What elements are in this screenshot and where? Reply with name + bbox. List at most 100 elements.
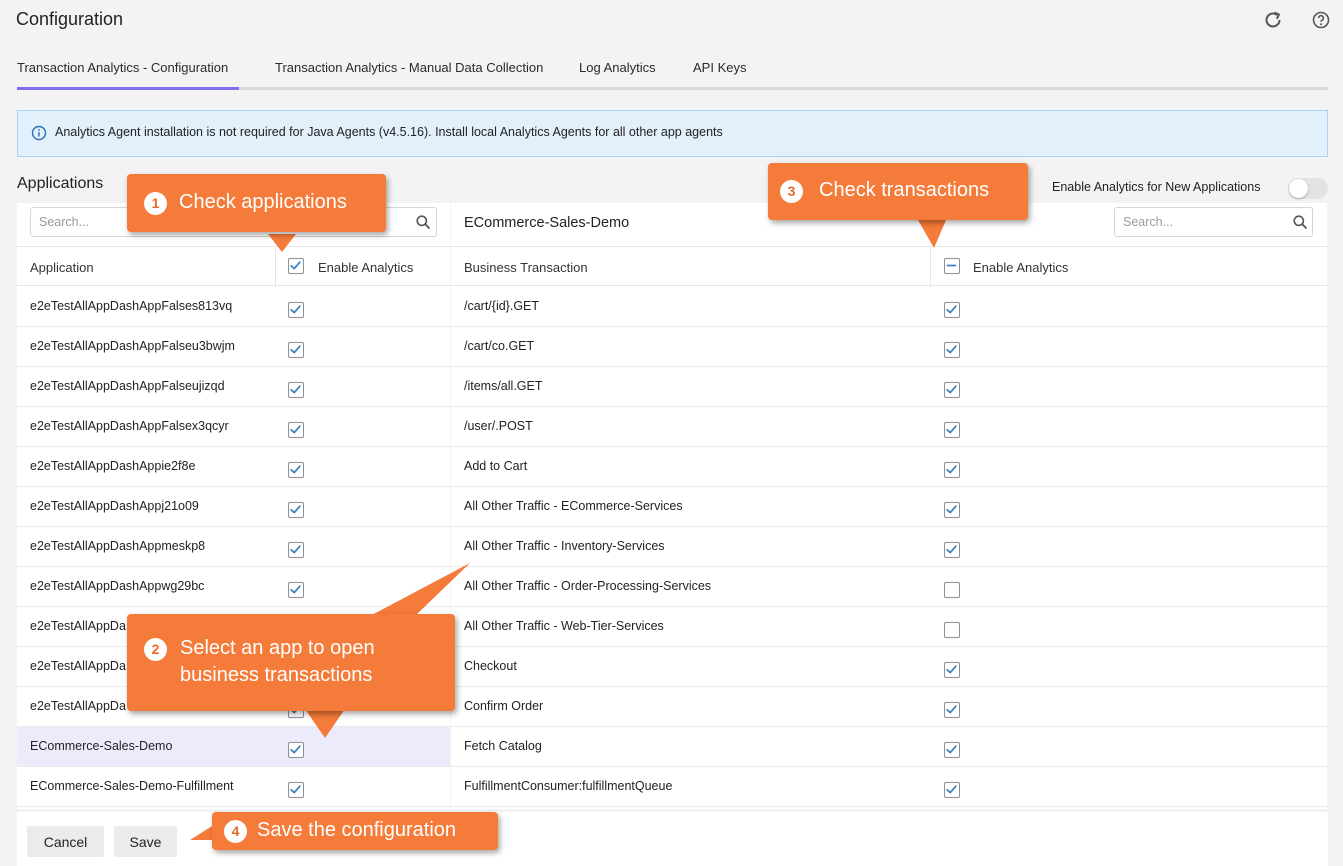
transaction-row[interactable]: All Other Traffic - Order-Processing-Ser… xyxy=(451,567,1327,607)
enable-analytics-checkbox[interactable] xyxy=(288,742,304,758)
application-row[interactable]: e2eTestAllAppDashAppFalseujizqd xyxy=(17,367,450,407)
transaction-row[interactable]: Checkout xyxy=(451,647,1327,687)
enable-analytics-checkbox[interactable] xyxy=(944,782,960,798)
enable-analytics-checkbox[interactable] xyxy=(288,382,304,398)
cancel-button[interactable]: Cancel xyxy=(27,826,104,857)
toggle-knob xyxy=(1289,179,1308,198)
application-row-name: e2eTestAllAppDa xyxy=(30,619,126,633)
transaction-row-name: Fetch Catalog xyxy=(464,739,542,753)
callout-check-transactions: 3 Check transactions xyxy=(768,163,1028,220)
callout-text: Save the configuration xyxy=(257,819,457,841)
transaction-row-name: /items/all.GET xyxy=(464,379,543,393)
transaction-row[interactable]: /items/all.GET xyxy=(451,367,1327,407)
transaction-row[interactable]: All Other Traffic - ECommerce-Services xyxy=(451,487,1327,527)
column-divider xyxy=(275,247,276,287)
application-row[interactable]: e2eTestAllAppDashAppie2f8e xyxy=(17,447,450,487)
application-row[interactable]: e2eTestAllAppDashAppFalsex3qcyr xyxy=(17,407,450,447)
enable-analytics-checkbox[interactable] xyxy=(944,542,960,558)
enable-analytics-checkbox[interactable] xyxy=(288,782,304,798)
tab-api-keys[interactable]: API Keys xyxy=(693,60,746,75)
column-header-application: Application xyxy=(30,260,94,275)
enable-analytics-checkbox[interactable] xyxy=(288,582,304,598)
column-header-business-transaction: Business Transaction xyxy=(464,260,588,275)
application-row-name: e2eTestAllAppDa xyxy=(30,659,126,673)
application-row[interactable]: ECommerce-Sales-Demo-Fulfillment xyxy=(17,767,450,807)
transaction-row[interactable]: /user/.POST xyxy=(451,407,1327,447)
application-row[interactable]: e2eTestAllAppDashAppFalses813vq xyxy=(17,287,450,327)
enable-all-applications-checkbox[interactable] xyxy=(288,258,304,274)
tab-transaction-analytics-manual-data-collection[interactable]: Transaction Analytics - Manual Data Coll… xyxy=(275,60,543,75)
transaction-search-box xyxy=(1114,207,1313,237)
enable-all-transactions-checkbox[interactable] xyxy=(944,258,960,274)
transaction-row-name: Checkout xyxy=(464,659,517,673)
refresh-icon[interactable] xyxy=(1261,8,1285,32)
application-row-name: e2eTestAllAppDashAppie2f8e xyxy=(30,459,196,473)
tab-transaction-analytics-configuration[interactable]: Transaction Analytics - Configuration xyxy=(17,60,228,75)
application-row[interactable]: e2eTestAllAppDashAppj21o09 xyxy=(17,487,450,527)
application-row-name: ECommerce-Sales-Demo-Fulfillment xyxy=(30,779,234,793)
transactions-header-row: Business Transaction Enable Analytics xyxy=(451,246,1327,287)
application-row[interactable]: ECommerce-Sales-Demo xyxy=(17,727,450,767)
enable-new-apps-toggle[interactable] xyxy=(1288,178,1328,199)
transaction-search-input[interactable] xyxy=(1123,208,1285,236)
transaction-row-name: /user/.POST xyxy=(464,419,533,433)
enable-analytics-checkbox[interactable] xyxy=(944,422,960,438)
callout-save-configuration: 4 Save the configuration xyxy=(212,812,498,850)
enable-analytics-checkbox[interactable] xyxy=(288,302,304,318)
enable-analytics-checkbox[interactable] xyxy=(944,622,960,638)
transaction-row[interactable]: Add to Cart xyxy=(451,447,1327,487)
enable-analytics-checkbox[interactable] xyxy=(944,302,960,318)
enable-analytics-checkbox[interactable] xyxy=(288,502,304,518)
enable-analytics-checkbox[interactable] xyxy=(944,702,960,718)
transaction-row[interactable]: All Other Traffic - Inventory-Services xyxy=(451,527,1327,567)
enable-analytics-checkbox[interactable] xyxy=(288,342,304,358)
enable-analytics-checkbox[interactable] xyxy=(944,382,960,398)
application-row[interactable]: e2eTestAllAppDashAppwg29bc xyxy=(17,567,450,607)
callout-check-applications: 1 Check applications xyxy=(127,174,386,232)
callout-text: Select an app to open xyxy=(180,637,375,659)
application-row-name: e2eTestAllAppDashAppwg29bc xyxy=(30,579,205,593)
enable-analytics-checkbox[interactable] xyxy=(944,662,960,678)
enable-analytics-checkbox[interactable] xyxy=(944,462,960,478)
transaction-row[interactable]: /cart/co.GET xyxy=(451,327,1327,367)
transaction-row[interactable]: Confirm Order xyxy=(451,687,1327,727)
enable-analytics-checkbox[interactable] xyxy=(944,342,960,358)
enable-analytics-checkbox[interactable] xyxy=(944,502,960,518)
banner-text: Analytics Agent installation is not requ… xyxy=(55,125,723,139)
transaction-row[interactable]: Fetch Catalog xyxy=(451,727,1327,767)
search-icon[interactable] xyxy=(1292,214,1308,230)
transaction-row-name: Add to Cart xyxy=(464,459,528,473)
applications-panel: Application Enable Analytics e2eTestAllA… xyxy=(17,203,450,809)
selected-application-title: ECommerce-Sales-Demo xyxy=(464,215,630,231)
transaction-row[interactable]: FulfillmentConsumer:fulfillmentQueue xyxy=(451,767,1327,807)
callout-text: Check transactions xyxy=(819,179,990,201)
transaction-row[interactable]: /cart/{id}.GET xyxy=(451,287,1327,327)
application-row-name: ECommerce-Sales-Demo xyxy=(30,739,173,753)
enable-analytics-checkbox[interactable] xyxy=(288,462,304,478)
page-header: Configuration xyxy=(0,0,1343,44)
enable-analytics-checkbox[interactable] xyxy=(944,742,960,758)
tab-log-analytics[interactable]: Log Analytics xyxy=(579,60,656,75)
page-title: Configuration xyxy=(16,9,124,29)
transaction-row[interactable]: All Other Traffic - Web-Tier-Services xyxy=(451,607,1327,647)
application-row-name: e2eTestAllAppDashAppFalsex3qcyr xyxy=(30,419,229,433)
enable-analytics-checkbox[interactable] xyxy=(288,542,304,558)
transaction-row-name: All Other Traffic - Order-Processing-Ser… xyxy=(464,579,712,593)
applications-title: Applications xyxy=(17,175,104,192)
enable-analytics-checkbox[interactable] xyxy=(944,582,960,598)
transaction-row-name: /cart/{id}.GET xyxy=(464,299,540,313)
search-icon[interactable] xyxy=(415,214,431,230)
application-row-name: e2eTestAllAppDashAppj21o09 xyxy=(30,499,199,513)
help-icon[interactable] xyxy=(1309,8,1333,32)
callout-text-line-2: business transactions xyxy=(180,664,373,686)
transactions-panel: ECommerce-Sales-Demo Business Transactio… xyxy=(451,203,1327,809)
application-row[interactable]: e2eTestAllAppDashAppFalseu3bwjm xyxy=(17,327,450,367)
application-row[interactable]: e2eTestAllAppDashAppmeskp8 xyxy=(17,527,450,567)
enable-analytics-checkbox[interactable] xyxy=(288,422,304,438)
transaction-row-name: /cart/co.GET xyxy=(464,339,535,353)
transaction-row-name: All Other Traffic - ECommerce-Services xyxy=(464,499,683,513)
save-button[interactable]: Save xyxy=(114,826,177,857)
callout-number: 2 xyxy=(144,638,167,661)
application-row-name: e2eTestAllAppDashAppFalseu3bwjm xyxy=(30,339,235,353)
transaction-row-name: All Other Traffic - Web-Tier-Services xyxy=(464,619,664,633)
